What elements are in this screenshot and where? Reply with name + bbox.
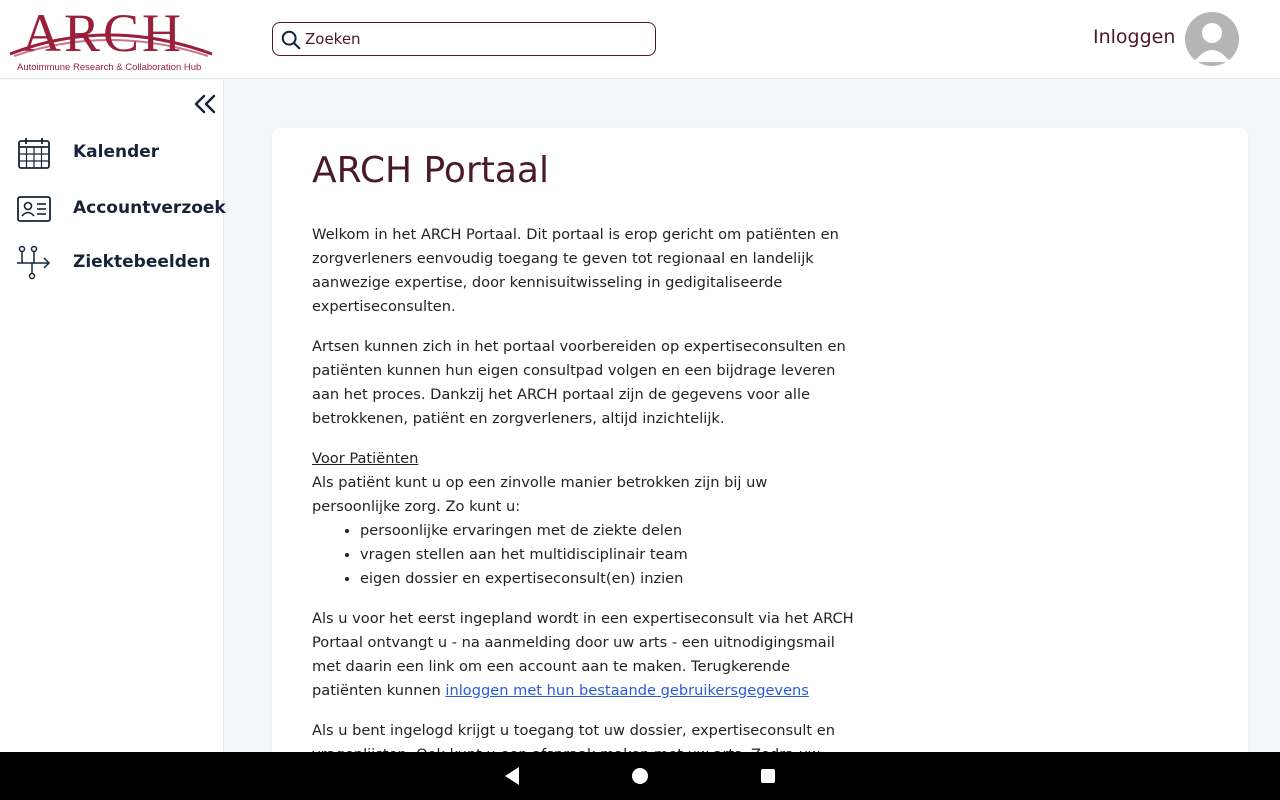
section-heading: Voor Patiënten xyxy=(312,450,419,467)
sidebar-item-label: Kalender xyxy=(73,142,160,162)
logo-text: ARCH xyxy=(22,3,185,63)
sidebar-item-accountverzoek[interactable]: Accountverzoek xyxy=(0,187,226,231)
home-icon[interactable] xyxy=(632,768,648,784)
page-title: ARCH Portaal xyxy=(312,150,549,191)
doctors-paragraph: Artsen kunnen zich in het portaal voorbe… xyxy=(312,338,846,427)
content-body: Welkom in het ARCH Portaal. Dit portaal … xyxy=(312,223,857,800)
list-item: persoonlijke ervaringen met de ziekte de… xyxy=(360,519,857,543)
sidebar-item-ziektebeelden[interactable]: Ziektebeelden xyxy=(0,241,223,285)
content-card: ARCH Portaal Welkom in het ARCH Portaal.… xyxy=(272,128,1248,787)
invite-paragraph: Als u voor het eerst ingepland wordt in … xyxy=(312,607,857,703)
calendar-icon xyxy=(18,138,50,169)
avatar-icon[interactable] xyxy=(1185,12,1239,66)
patients-paragraph: Als patiënt kunt u op een zinvolle manie… xyxy=(312,474,768,515)
sidebar: Kalender Accountverzoek Ziektebeelden xyxy=(0,80,226,752)
flow-icon xyxy=(17,245,51,280)
list-item: eigen dossier en expertiseconsult(en) in… xyxy=(360,567,857,591)
search-icon xyxy=(281,30,301,50)
back-icon[interactable] xyxy=(503,766,521,786)
intro-paragraph: Welkom in het ARCH Portaal. Dit portaal … xyxy=(312,226,839,315)
sidebar-item-label: Ziektebeelden xyxy=(73,252,211,272)
system-navigation-bar xyxy=(0,752,1280,800)
app-header: ARCH Autoimmune Research & Collaboration… xyxy=(0,0,1280,79)
recent-apps-icon[interactable] xyxy=(761,769,775,783)
patients-list: persoonlijke ervaringen met de ziekte de… xyxy=(360,519,857,591)
search-input[interactable] xyxy=(305,27,645,51)
sidebar-item-kalender[interactable]: Kalender xyxy=(0,131,223,175)
id-card-icon xyxy=(17,196,51,222)
user-placeholder-icon xyxy=(1194,23,1230,62)
list-item: vragen stellen aan het multidisciplinair… xyxy=(360,543,857,567)
logo-tagline: Autoimmune Research & Collaboration Hub xyxy=(17,62,202,73)
login-link[interactable]: Inloggen xyxy=(1093,26,1175,48)
arch-logo[interactable]: ARCH Autoimmune Research & Collaboration… xyxy=(8,6,214,74)
login-existing-link[interactable]: inloggen met hun bestaande gebruikersgeg… xyxy=(445,682,808,699)
patients-section: Voor Patiënten Als patiënt kunt u op een… xyxy=(312,447,857,591)
sidebar-item-label: Accountverzoek xyxy=(73,198,226,218)
collapse-sidebar-icon[interactable] xyxy=(193,94,217,114)
search-box[interactable] xyxy=(272,22,656,56)
